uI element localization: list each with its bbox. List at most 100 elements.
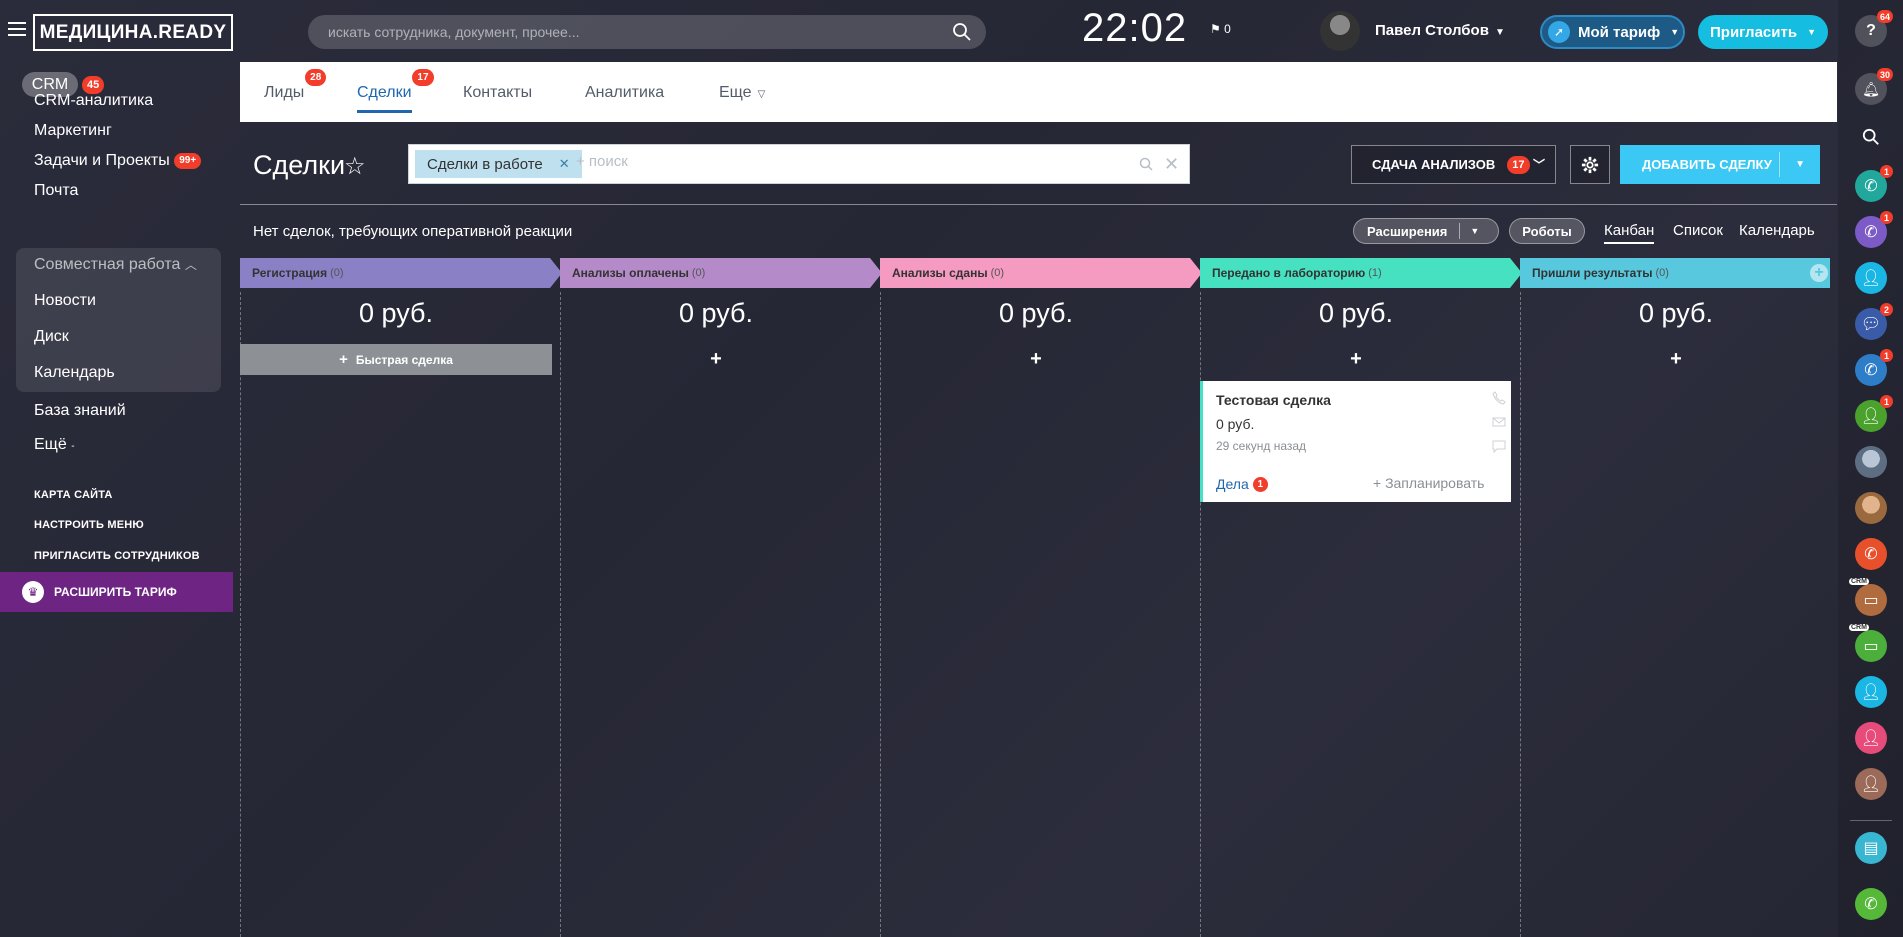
tab-contacts[interactable]: Контакты: [463, 84, 532, 102]
contact-avatar-1[interactable]: [1855, 446, 1887, 478]
contact-user-pink[interactable]: 👤︎: [1855, 722, 1887, 754]
sidebar-item-knowledge[interactable]: База знаний: [34, 402, 126, 420]
stage-header[interactable]: Анализы оплачены (0): [560, 258, 882, 288]
add-deal-to-stage[interactable]: +: [880, 348, 1192, 371]
filter-tag[interactable]: Сделки в работе ✕: [415, 150, 582, 178]
invite-button[interactable]: Пригласить ▼: [1698, 15, 1828, 49]
plan-activity-link[interactable]: + Запланировать: [1373, 475, 1484, 491]
configure-menu-link[interactable]: НАСТРОИТЬ МЕНЮ: [34, 519, 144, 531]
deal-title[interactable]: Тестовая сделка: [1216, 392, 1331, 408]
help-button[interactable]: ? 64: [1855, 10, 1893, 47]
chevron-down-icon[interactable]: ▼: [1780, 159, 1820, 170]
sidebar-item-more[interactable]: Ещё -: [34, 436, 75, 454]
top-bar: МЕДИЦИНА.READY 22:02 ⚑ 0 Павел Столбов▼ …: [0, 0, 1838, 62]
contact-viber-2[interactable]: ✆ 1: [1855, 211, 1893, 248]
contact-viber-1[interactable]: ✆ 1: [1855, 165, 1893, 202]
stage-header[interactable]: Анализы сданы (0): [880, 258, 1202, 288]
call-button[interactable]: ✆: [1855, 888, 1887, 920]
notifications-button[interactable]: 🔔︎ 30: [1855, 68, 1893, 105]
tab-leads[interactable]: Лиды 28: [264, 69, 327, 102]
tariff-label: Мой тариф: [1578, 23, 1661, 41]
search-button[interactable]: [1855, 121, 1887, 153]
upgrade-tariff-button[interactable]: ♛ РАСШИРИТЬ ТАРИФ: [0, 572, 233, 612]
search-icon[interactable]: [952, 22, 972, 42]
documents-button[interactable]: ▤: [1855, 832, 1887, 864]
contact-open-line-2[interactable]: 👤︎: [1855, 676, 1887, 708]
left-menu: CRM 45 CRM-аналитика Маркетинг Задачи и …: [0, 62, 240, 937]
stage-header[interactable]: Передано в лабораторию (1): [1200, 258, 1522, 288]
sidebar-group-collab[interactable]: Совместная работа ︿: [34, 256, 197, 274]
sidebar-item-calendar[interactable]: Календарь: [34, 364, 115, 382]
menu-icon[interactable]: [8, 22, 26, 36]
add-deal-to-stage[interactable]: +: [560, 348, 872, 371]
sidebar-item-tasks[interactable]: Задачи и Проекты 99+: [34, 152, 202, 170]
user-menu[interactable]: Павел Столбов ▼: [1375, 22, 1505, 39]
logo[interactable]: МЕДИЦИНА.READY: [33, 14, 233, 51]
search-input[interactable]: [308, 15, 986, 49]
divider: [1459, 223, 1461, 239]
tab-deals[interactable]: Сделки 17: [357, 69, 434, 113]
contact-badge: 1: [1880, 165, 1893, 178]
view-list[interactable]: Список: [1673, 222, 1723, 239]
mail-icon[interactable]: [1492, 415, 1506, 429]
stage-header[interactable]: Пришли результаты (0): [1520, 258, 1830, 288]
contact-user-green[interactable]: 👤︎ 1: [1855, 395, 1893, 432]
filter-bar[interactable]: Сделки в работе ✕ ✕: [408, 144, 1190, 184]
close-icon[interactable]: ✕: [559, 156, 570, 172]
extensions-button[interactable]: Расширения ▼: [1353, 218, 1499, 244]
search-icon[interactable]: [1139, 157, 1153, 171]
document-icon: ▤: [1863, 840, 1879, 857]
chat-icon[interactable]: [1492, 439, 1506, 453]
my-tariff-button[interactable]: ➚ Мой тариф ▼: [1540, 15, 1685, 49]
group-label: Совместная работа: [34, 256, 181, 273]
deal-card[interactable]: Тестовая сделка 0 руб. 29 секунд назад Д…: [1200, 381, 1511, 502]
contact-user-brown[interactable]: 👤︎: [1855, 768, 1887, 800]
view-calendar[interactable]: Календарь: [1739, 222, 1815, 239]
chat-icon: 💬︎: [1860, 316, 1882, 333]
contact-avatar-2[interactable]: [1855, 492, 1887, 524]
pipeline-label: СДАЧА АНАЛИЗОВ: [1372, 157, 1496, 172]
contact-group-chat[interactable]: 💬︎ 2: [1855, 303, 1893, 340]
add-deal-button[interactable]: ДОБАВИТЬ СДЕЛКУ ▼: [1620, 145, 1820, 184]
contact-phone[interactable]: ✆ 1: [1855, 349, 1893, 386]
tab-analytics[interactable]: Аналитика: [585, 84, 664, 102]
rocket-icon: ➚: [1548, 21, 1570, 43]
tab-more[interactable]: Еще ▽: [719, 84, 765, 102]
user-icon: 👤︎: [1860, 730, 1882, 747]
add-deal-to-stage[interactable]: +: [1200, 348, 1512, 371]
sidebar-item-mail[interactable]: Почта: [34, 182, 78, 200]
pipeline-selector[interactable]: СДАЧА АНАЛИЗОВ 17 ﹀: [1351, 145, 1556, 184]
toolbar-divider: [240, 204, 1837, 205]
stage-name: Анализы сданы: [892, 266, 988, 280]
add-deal-to-stage[interactable]: +: [1520, 348, 1832, 371]
contact-crm-1[interactable]: CRM ▭: [1849, 578, 1887, 616]
tab-badge: 28: [305, 69, 327, 86]
invite-employees-link[interactable]: ПРИГЛАСИТЬ СОТРУДНИКОВ: [34, 550, 200, 562]
user-avatar[interactable]: [1320, 11, 1360, 51]
sidebar-item-news[interactable]: Новости: [34, 292, 96, 310]
chevron-up-icon: ︿: [184, 258, 197, 272]
tab-label: Сделки: [357, 84, 412, 101]
contact-open-line[interactable]: 👤︎: [1855, 262, 1887, 294]
quick-deal-button[interactable]: + Быстрая сделка: [240, 344, 552, 375]
contact-badge: 1: [1880, 395, 1893, 408]
deal-tasks-link[interactable]: Дела 1: [1216, 476, 1268, 492]
phone-icon[interactable]: [1492, 391, 1506, 405]
settings-button[interactable]: [1570, 145, 1610, 184]
robots-button[interactable]: Роботы: [1509, 218, 1585, 244]
contact-phone-red[interactable]: ✆: [1855, 538, 1887, 570]
sitemap-link[interactable]: КАРТА САЙТА: [34, 489, 113, 501]
sidebar-item-crm-analytics[interactable]: CRM-аналитика: [34, 92, 153, 110]
view-kanban[interactable]: Канбан: [1604, 222, 1655, 244]
clear-icon[interactable]: ✕: [1164, 154, 1179, 175]
stage-name: Передано в лабораторию: [1212, 266, 1366, 280]
add-stage-button[interactable]: +: [1810, 264, 1828, 282]
filter-search-input[interactable]: [576, 153, 1076, 170]
sidebar-item-marketing[interactable]: Маркетинг: [34, 122, 112, 140]
star-icon[interactable]: ☆: [344, 152, 366, 181]
sidebar-item-disk[interactable]: Диск: [34, 328, 69, 346]
stage-header[interactable]: Регистрация (0): [240, 258, 562, 288]
column-border: [1520, 292, 1521, 937]
flag-counter[interactable]: ⚑ 0: [1210, 22, 1231, 36]
contact-crm-2[interactable]: CRM ▭: [1849, 624, 1887, 662]
